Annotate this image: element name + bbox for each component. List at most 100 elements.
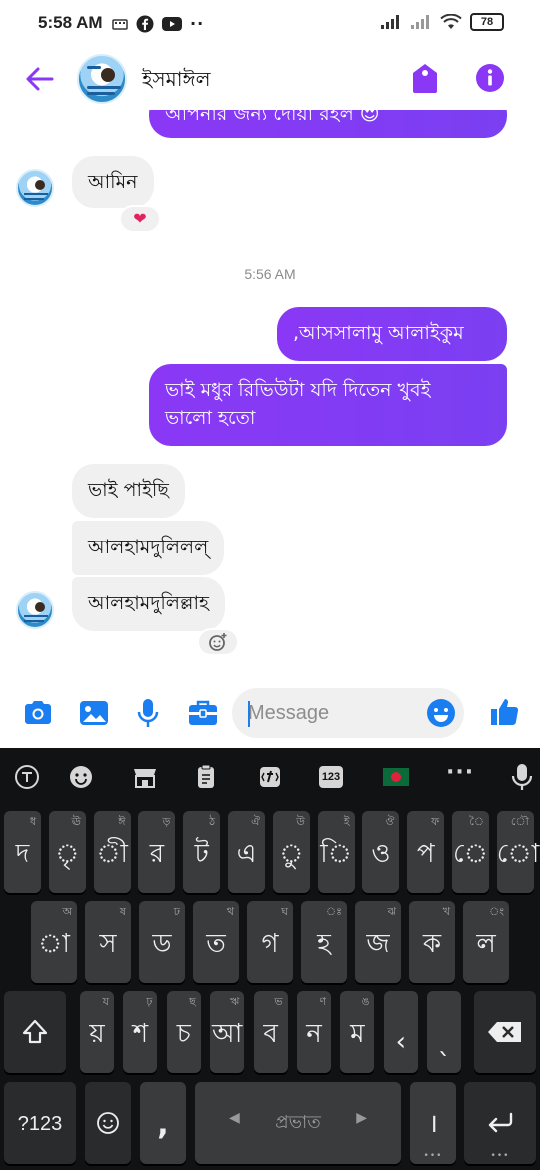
thumbs-up-icon[interactable] <box>487 695 521 729</box>
letter-key[interactable]: ঋআ <box>210 991 245 1073</box>
key-label: স <box>99 929 117 959</box>
key-label: ৃ <box>55 839 80 869</box>
key-label: হ <box>317 929 331 959</box>
emoji-key[interactable] <box>85 1082 131 1164</box>
letter-key[interactable]: ৈে <box>452 811 489 893</box>
font-style-icon[interactable] <box>255 762 285 792</box>
letter-key[interactable]: ঊৃ <box>48 811 86 893</box>
letter-key[interactable]: ঠট <box>183 811 221 893</box>
key-label: ি <box>320 839 352 869</box>
signal-icon <box>381 15 399 29</box>
camera-icon[interactable] <box>21 696 55 730</box>
backspace-icon <box>488 1022 521 1042</box>
long-press-hint: ••• <box>490 1151 510 1161</box>
message-text: ,আসসালামু আলাইকুম <box>293 322 464 344</box>
key-hint: ঔ <box>385 815 395 828</box>
key-label: ও <box>371 839 391 869</box>
avatar-figure <box>101 68 115 82</box>
key-hint: ণ <box>319 995 326 1008</box>
letter-key[interactable]: উু <box>272 811 310 893</box>
key-hint: ঐ <box>251 815 260 828</box>
letter-key[interactable]: ঝজ <box>355 901 401 983</box>
letter-key[interactable]: ˎ <box>427 991 462 1073</box>
youtube-icon <box>162 16 182 31</box>
incoming-message[interactable]: আলহামদুলিল্লাহ <box>72 577 225 631</box>
info-icon[interactable] <box>475 63 505 93</box>
letter-key[interactable]: ৌো <box>496 811 540 893</box>
comma-key[interactable]: , <box>140 1082 186 1164</box>
outgoing-message[interactable]: আপনার জন্য দোয়া রইল 😍 <box>149 110 507 138</box>
period-key[interactable]: । ••• <box>410 1082 456 1164</box>
key-label: এ <box>236 839 257 869</box>
language-flag-icon[interactable] <box>383 768 409 786</box>
letter-key[interactable]: ণন <box>297 991 331 1073</box>
key-label: ো <box>496 839 540 869</box>
letter-key[interactable]: ফপ <box>407 811 445 893</box>
key-hint: উ <box>296 815 305 828</box>
key-hint: ফ <box>431 815 440 828</box>
store-icon[interactable] <box>130 762 160 792</box>
clipboard-icon[interactable] <box>191 762 221 792</box>
key-hint: ঈ <box>118 815 126 828</box>
more-options-icon[interactable]: ··· <box>446 760 476 790</box>
key-hint: ৈ <box>469 815 484 828</box>
letter-key[interactable]: ঈী <box>93 811 131 893</box>
conversation-thread[interactable]: আপনার জন্য দোয়া রইল 😍 আমিন ❤ 5:56 AM ,আ… <box>0 110 540 680</box>
key-hint: য <box>102 995 109 1008</box>
letter-key[interactable]: থত <box>193 901 239 983</box>
letter-key[interactable]: অা <box>31 901 77 983</box>
letter-key[interactable]: য য় <box>80 991 114 1073</box>
letter-key[interactable]: ড় র <box>138 811 176 893</box>
shift-key[interactable] <box>4 991 66 1073</box>
sender-avatar[interactable] <box>16 591 54 629</box>
letter-key[interactable]: ধদ <box>4 811 41 893</box>
letter-key[interactable]: ষস <box>85 901 131 983</box>
translate-icon[interactable] <box>12 762 42 792</box>
key-hint: ঘ <box>281 905 288 918</box>
letter-key[interactable]: ঢড <box>139 901 185 983</box>
letter-key[interactable]: ছচ <box>166 991 201 1073</box>
add-reaction-button[interactable] <box>197 628 239 656</box>
space-bar[interactable]: ◀ প্রভাত ▶ <box>195 1082 401 1164</box>
enter-key[interactable]: ••• <box>464 1082 536 1164</box>
outgoing-message[interactable]: ভাই মধুর রিভিউটা যদি দিতেন খুবই ভালো হতো <box>149 364 507 446</box>
symbols-key[interactable]: ?123 <box>4 1082 76 1164</box>
letter-key[interactable]: ং ল <box>463 901 509 983</box>
gallery-icon[interactable] <box>77 696 111 730</box>
microphone-icon[interactable] <box>131 696 165 730</box>
sender-avatar[interactable] <box>16 169 54 207</box>
letter-key[interactable]: খক <box>409 901 455 983</box>
briefcase-icon[interactable] <box>186 696 220 730</box>
letter-key[interactable]: ভব <box>253 991 288 1073</box>
letter-key[interactable]: ঢ় শ <box>123 991 158 1073</box>
contact-name[interactable]: ইসমাঈল <box>142 65 210 98</box>
heart-reaction[interactable]: ❤ <box>119 205 161 233</box>
tag-icon[interactable] <box>410 62 440 94</box>
letter-key[interactable]: ঘগ <box>247 901 293 983</box>
emoji-sticker-icon[interactable] <box>66 762 96 792</box>
chat-header: ইসমাঈল <box>0 48 540 110</box>
letter-key[interactable]: ঃ হ <box>301 901 347 983</box>
letter-key[interactable]: ঐএ <box>228 811 265 893</box>
emoji-icon[interactable] <box>425 697 457 729</box>
key-hint: ৌ <box>510 815 529 828</box>
backspace-key[interactable] <box>474 991 536 1073</box>
status-time: 5:58 AM <box>38 13 103 32</box>
incoming-message[interactable]: ভাই পাইছি <box>72 464 185 518</box>
letter-key[interactable]: ঙম <box>340 991 375 1073</box>
incoming-message[interactable]: আলহামদুলিলল্ <box>72 521 225 575</box>
message-text: আলহামদুলিল্লাহ <box>88 592 209 614</box>
letter-key[interactable]: ইি <box>317 811 355 893</box>
back-arrow-icon[interactable] <box>22 62 56 96</box>
key-hint: ঠ <box>209 815 216 828</box>
outgoing-message[interactable]: ,আসসালামু আলাইকুম <box>277 307 507 361</box>
letter-key[interactable]: ‹ <box>383 991 418 1073</box>
avatar-decoration <box>24 615 48 617</box>
incoming-message[interactable]: আমিন <box>72 156 154 208</box>
voice-input-icon[interactable] <box>507 762 537 792</box>
avatar-decoration <box>24 198 44 200</box>
key-label: ন <box>306 1019 322 1049</box>
contact-avatar[interactable] <box>77 54 127 104</box>
letter-key[interactable]: ঔও <box>362 811 400 893</box>
number-row-toggle[interactable]: 123 <box>319 766 343 788</box>
